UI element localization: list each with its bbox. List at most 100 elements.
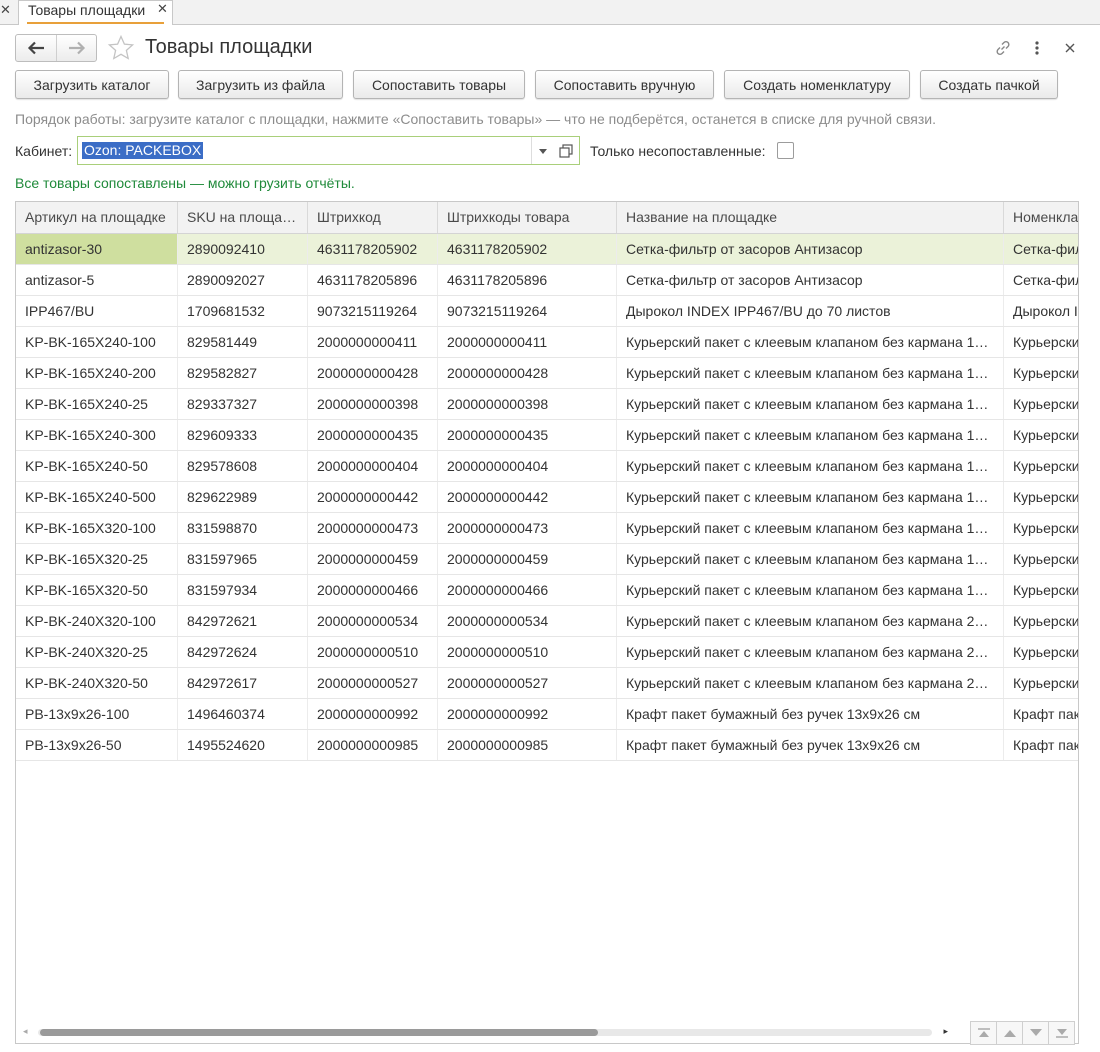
table-row[interactable]: PB-13x9x26-100 1496460374 2000000000992 200… bbox=[16, 699, 1078, 730]
cell-barcode[interactable]: 9073215119264 bbox=[308, 296, 438, 326]
cell-nomenclature[interactable]: Курьерский пакет bbox=[1004, 575, 1078, 605]
cell-nomenclature[interactable]: Курьерский пакет bbox=[1004, 668, 1078, 698]
first-row-button[interactable] bbox=[970, 1021, 997, 1045]
cell-article[interactable]: antizasor-5 bbox=[16, 265, 178, 295]
cell-barcode[interactable]: 2000000000534 bbox=[308, 606, 438, 636]
cell-item-barcodes[interactable]: 2000000000473 bbox=[438, 513, 617, 543]
cell-nomenclature[interactable]: Курьерский пакет bbox=[1004, 606, 1078, 636]
table-row[interactable]: KP-BK-240X320-50 842972617 2000000000527 20… bbox=[16, 668, 1078, 699]
cell-marketplace-name[interactable]: Крафт пакет бумажный без ручек 13х9х26 с… bbox=[617, 730, 1004, 760]
tab-marketplace-goods[interactable]: Товары площадки ✕ bbox=[18, 0, 173, 25]
back-button[interactable] bbox=[16, 35, 56, 61]
cell-marketplace-name[interactable]: Курьерский пакет с клеевым клапаном без … bbox=[617, 513, 1004, 543]
star-icon[interactable] bbox=[107, 34, 135, 62]
cell-nomenclature[interactable]: Курьерский пакет bbox=[1004, 544, 1078, 574]
cell-article[interactable]: KP-BK-165X320-50 bbox=[16, 575, 178, 605]
cell-article[interactable]: PB-13x9x26-50 bbox=[16, 730, 178, 760]
cell-item-barcodes[interactable]: 2000000000527 bbox=[438, 668, 617, 698]
cell-barcode[interactable]: 2000000000466 bbox=[308, 575, 438, 605]
cell-item-barcodes[interactable]: 2000000000442 bbox=[438, 482, 617, 512]
cell-item-barcodes[interactable]: 2000000000466 bbox=[438, 575, 617, 605]
cell-article[interactable]: KP-BK-165X240-100 bbox=[16, 327, 178, 357]
scrollbar-thumb[interactable] bbox=[40, 1029, 598, 1036]
cell-item-barcodes[interactable]: 2000000000985 bbox=[438, 730, 617, 760]
table-row[interactable]: KP-BK-165X240-25 829337327 2000000000398 20… bbox=[16, 389, 1078, 420]
cell-marketplace-name[interactable]: Курьерский пакет с клеевым клапаном без … bbox=[617, 358, 1004, 388]
cell-article[interactable]: KP-BK-165X320-100 bbox=[16, 513, 178, 543]
table-row[interactable]: KP-BK-165X320-100 831598870 2000000000473 2… bbox=[16, 513, 1078, 544]
link-icon[interactable] bbox=[993, 38, 1013, 58]
column-nomenclature-header[interactable]: Номенклатура bbox=[1004, 202, 1078, 233]
table-row[interactable]: PB-13x9x26-50 1495524620 2000000000985 2000… bbox=[16, 730, 1078, 761]
cell-item-barcodes[interactable]: 2000000000992 bbox=[438, 699, 617, 729]
cell-sku[interactable]: 829578608 bbox=[178, 451, 308, 481]
column-barcode-header[interactable]: Штрихкод bbox=[308, 202, 438, 233]
more-vertical-icon[interactable] bbox=[1027, 38, 1047, 58]
open-form-icon[interactable] bbox=[558, 143, 574, 159]
cell-sku[interactable]: 2890092410 bbox=[178, 234, 308, 264]
prev-row-button[interactable] bbox=[996, 1021, 1023, 1045]
cell-nomenclature[interactable]: Сетка-фильтр от засоров Антизасор bbox=[1004, 234, 1078, 264]
cell-sku[interactable]: 842972624 bbox=[178, 637, 308, 667]
next-row-button[interactable] bbox=[1022, 1021, 1049, 1045]
cell-sku[interactable]: 829337327 bbox=[178, 389, 308, 419]
cell-marketplace-name[interactable]: Крафт пакет бумажный без ручек 13х9х26 с… bbox=[617, 699, 1004, 729]
cell-barcode[interactable]: 4631178205896 bbox=[308, 265, 438, 295]
match-goods-button[interactable]: Сопоставить товары bbox=[353, 70, 525, 99]
cabinet-value[interactable]: Ozon: PACKEBOX bbox=[82, 142, 204, 159]
cell-nomenclature[interactable]: Крафт пакет bbox=[1004, 699, 1078, 729]
table-row[interactable]: antizasor-5 2890092027 4631178205896 463117… bbox=[16, 265, 1078, 296]
table-row[interactable]: KP-BK-240X320-25 842972624 2000000000510 20… bbox=[16, 637, 1078, 668]
cell-marketplace-name[interactable]: Курьерский пакет с клеевым клапаном без … bbox=[617, 327, 1004, 357]
close-icon[interactable]: ✕ bbox=[0, 1, 11, 23]
cell-sku[interactable]: 829622989 bbox=[178, 482, 308, 512]
cell-marketplace-name[interactable]: Сетка-фильтр от засоров Антизасор bbox=[617, 265, 1004, 295]
cell-nomenclature[interactable]: Курьерский пакет bbox=[1004, 637, 1078, 667]
cabinet-field[interactable]: Ozon: PACKEBOX bbox=[77, 136, 580, 165]
goods-table[interactable]: Артикул на площадке SKU на площадке Штрихк… bbox=[15, 201, 1079, 1044]
cell-marketplace-name[interactable]: Курьерский пакет с клеевым клапаном без … bbox=[617, 451, 1004, 481]
cell-nomenclature[interactable]: Дырокол INDEX IPP467/BU bbox=[1004, 296, 1078, 326]
cell-article[interactable]: antizasor-30 bbox=[16, 234, 178, 264]
cell-item-barcodes[interactable]: 2000000000404 bbox=[438, 451, 617, 481]
cell-item-barcodes[interactable]: 2000000000510 bbox=[438, 637, 617, 667]
cell-nomenclature[interactable]: Курьерский пакет bbox=[1004, 482, 1078, 512]
cell-article[interactable]: KP-BK-165X240-50 bbox=[16, 451, 178, 481]
cell-nomenclature[interactable]: Курьерский пакет bbox=[1004, 358, 1078, 388]
cell-nomenclature[interactable]: Курьерский пакет bbox=[1004, 420, 1078, 450]
cell-item-barcodes[interactable]: 4631178205896 bbox=[438, 265, 617, 295]
cell-item-barcodes[interactable]: 2000000000428 bbox=[438, 358, 617, 388]
table-row[interactable]: KP-BK-165X240-100 829581449 2000000000411 2… bbox=[16, 327, 1078, 358]
table-row[interactable]: IPP467/BU 1709681532 9073215119264 90732151… bbox=[16, 296, 1078, 327]
cell-sku[interactable]: 1496460374 bbox=[178, 699, 308, 729]
column-sku-header[interactable]: SKU на площадке bbox=[178, 202, 308, 233]
load-from-file-button[interactable]: Загрузить из файла bbox=[178, 70, 343, 99]
cell-barcode[interactable]: 2000000000411 bbox=[308, 327, 438, 357]
cell-item-barcodes[interactable]: 2000000000435 bbox=[438, 420, 617, 450]
last-row-button[interactable] bbox=[1048, 1021, 1075, 1045]
cell-item-barcodes[interactable]: 2000000000534 bbox=[438, 606, 617, 636]
cell-barcode[interactable]: 2000000000435 bbox=[308, 420, 438, 450]
cell-item-barcodes[interactable]: 2000000000398 bbox=[438, 389, 617, 419]
table-row[interactable]: KP-BK-165X320-25 831597965 2000000000459 20… bbox=[16, 544, 1078, 575]
cell-sku[interactable]: 831598870 bbox=[178, 513, 308, 543]
cell-article[interactable]: KP-BK-165X240-25 bbox=[16, 389, 178, 419]
scroll-left-icon[interactable]: ◂ bbox=[23, 1026, 28, 1037]
table-row[interactable]: KP-BK-240X320-100 842972621 2000000000534 2… bbox=[16, 606, 1078, 637]
cell-article[interactable]: KP-BK-165X320-25 bbox=[16, 544, 178, 574]
cell-article[interactable]: PB-13x9x26-100 bbox=[16, 699, 178, 729]
cell-sku[interactable]: 1709681532 bbox=[178, 296, 308, 326]
cell-article[interactable]: KP-BK-240X320-50 bbox=[16, 668, 178, 698]
close-icon[interactable]: ✕ bbox=[157, 1, 168, 17]
column-item-barcodes-header[interactable]: Штрихкоды товара bbox=[438, 202, 617, 233]
column-marketplace-name-header[interactable]: Название на площадке bbox=[617, 202, 1004, 233]
cell-item-barcodes[interactable]: 2000000000459 bbox=[438, 544, 617, 574]
cell-article[interactable]: KP-BK-165X240-500 bbox=[16, 482, 178, 512]
cell-article[interactable]: KP-BK-240X320-25 bbox=[16, 637, 178, 667]
cell-item-barcodes[interactable]: 2000000000411 bbox=[438, 327, 617, 357]
table-row[interactable]: KP-BK-165X240-500 829622989 2000000000442 2… bbox=[16, 482, 1078, 513]
cell-nomenclature[interactable]: Курьерский пакет bbox=[1004, 513, 1078, 543]
cell-sku[interactable]: 1495524620 bbox=[178, 730, 308, 760]
cell-barcode[interactable]: 4631178205902 bbox=[308, 234, 438, 264]
cell-marketplace-name[interactable]: Курьерский пакет с клеевым клапаном без … bbox=[617, 389, 1004, 419]
